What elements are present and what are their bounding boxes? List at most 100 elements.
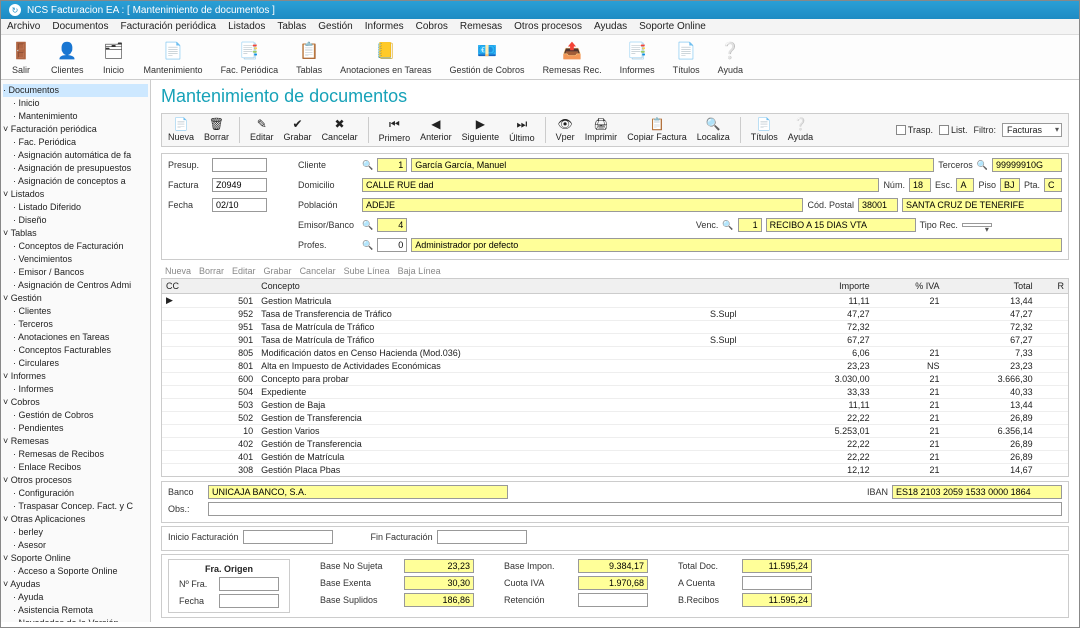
cliente-num-input[interactable] [377, 158, 407, 172]
filtro-select[interactable]: Facturas [1002, 123, 1062, 137]
subtoolbar-button[interactable]: 📄Nueva [168, 117, 194, 143]
bns-input[interactable] [404, 559, 474, 573]
pta-input[interactable] [1044, 178, 1062, 192]
toolbar-button[interactable]: 🗂Inicio [102, 39, 126, 75]
sidebar-item[interactable]: ˅ Tablas [3, 227, 148, 240]
sidebar-item[interactable]: · Enlace Recibos [3, 461, 148, 474]
menu-item[interactable]: Facturación periódica [121, 21, 217, 32]
sidebar-item[interactable]: · Novedades de la Versión [3, 617, 148, 622]
sidebar-item[interactable]: · Gestión de Cobros [3, 409, 148, 422]
menu-item[interactable]: Remesas [460, 21, 502, 32]
lines-toolbar-button[interactable]: Borrar [199, 266, 224, 276]
table-row[interactable]: ▶501Gestion Matricula11,112113,44 [162, 294, 1068, 308]
sidebar-item[interactable]: ˅ Remesas [3, 435, 148, 448]
subtoolbar-button[interactable]: ◀Anterior [420, 117, 452, 143]
sidebar-item[interactable]: · Asistencia Remota [3, 604, 148, 617]
presup-input[interactable] [212, 158, 267, 172]
table-row[interactable]: 600Concepto para probar3.030,00213.666,3… [162, 373, 1068, 386]
piso-input[interactable] [1000, 178, 1020, 192]
profes-input[interactable] [377, 238, 407, 252]
sidebar-item[interactable]: · Inicio [3, 97, 148, 110]
table-row[interactable]: 401Gestión de Matrícula22,222126,89 [162, 451, 1068, 464]
toolbar-button[interactable]: 📒Anotaciones en Tareas [340, 39, 431, 75]
sidebar-item[interactable]: · Ayuda [3, 591, 148, 604]
table-row[interactable]: 503Gestion de Baja11,112113,44 [162, 399, 1068, 412]
table-row[interactable]: 308Gestión Placa Pbas12,122114,67 [162, 464, 1068, 477]
be-input[interactable] [404, 576, 474, 590]
menu-item[interactable]: Documentos [52, 21, 108, 32]
sidebar-item[interactable]: · berley [3, 526, 148, 539]
esc-input[interactable] [956, 178, 974, 192]
terceros-input[interactable] [992, 158, 1062, 172]
nfra-input[interactable] [219, 577, 279, 591]
lines-toolbar-button[interactable]: Cancelar [300, 266, 336, 276]
sidebar-item[interactable]: · Pendientes [3, 422, 148, 435]
subtoolbar-button[interactable]: ✖Cancelar [322, 117, 358, 143]
sidebar-item[interactable]: · Asesor [3, 539, 148, 552]
sidebar-item[interactable]: · Conceptos Facturables [3, 344, 148, 357]
lines-toolbar-button[interactable]: Editar [232, 266, 256, 276]
subtoolbar-button[interactable]: ⏭Último [509, 117, 535, 143]
sidebar-item[interactable]: · Mantenimiento [3, 110, 148, 123]
table-row[interactable]: 952Tasa de Transferencia de TráficoS.Sup… [162, 308, 1068, 321]
toolbar-button[interactable]: 🚪Salir [9, 39, 33, 75]
table-row[interactable]: 901Tasa de Matrícula de TráficoS.Supl67,… [162, 334, 1068, 347]
toolbar-button[interactable]: 📋Tablas [296, 39, 322, 75]
toolbar-button[interactable]: 📄Mantenimiento [144, 39, 203, 75]
lines-toolbar-button[interactable]: Sube Línea [344, 266, 390, 276]
factura-input[interactable] [212, 178, 267, 192]
fin-input[interactable] [437, 530, 527, 544]
sidebar-tree[interactable]: · Documentos· Inicio· Mantenimiento˅ Fac… [1, 80, 151, 622]
subtoolbar-button[interactable]: 🗑Borrar [204, 117, 229, 143]
lines-toolbar-button[interactable]: Grabar [264, 266, 292, 276]
subtoolbar-button[interactable]: 🔍Localiza [697, 117, 730, 143]
toolbar-button[interactable]: 📑Informes [620, 39, 655, 75]
ac-input[interactable] [742, 576, 812, 590]
search-icon[interactable]: 🔍 [362, 220, 373, 231]
menu-item[interactable]: Cobros [416, 21, 448, 32]
sidebar-item[interactable]: · Anotaciones en Tareas [3, 331, 148, 344]
profes-desc-input[interactable] [411, 238, 1062, 252]
menu-item[interactable]: Listados [228, 21, 265, 32]
bi-input[interactable] [578, 559, 648, 573]
venc-input[interactable] [738, 218, 762, 232]
search-icon[interactable]: 🔍 [362, 160, 373, 171]
menu-item[interactable]: Gestión [318, 21, 352, 32]
subtoolbar-button[interactable]: ⏮Primero [379, 117, 411, 143]
sidebar-item[interactable]: · Clientes [3, 305, 148, 318]
sidebar-item[interactable]: · Acceso a Soporte Online [3, 565, 148, 578]
sidebar-item[interactable]: ˅ Soporte Online [3, 552, 148, 565]
emisor-input[interactable] [377, 218, 407, 232]
table-row[interactable]: 805Modificación datos en Censo Hacienda … [162, 347, 1068, 360]
inicio-input[interactable] [243, 530, 333, 544]
cliente-name-input[interactable] [411, 158, 934, 172]
sidebar-item[interactable]: · Fac. Periódica [3, 136, 148, 149]
fecha-input[interactable] [212, 198, 267, 212]
subtoolbar-button[interactable]: 📋Copiar Factura [627, 117, 687, 143]
tiporec-select[interactable] [962, 223, 992, 227]
sidebar-item[interactable]: · Vencimientos [3, 253, 148, 266]
cp-input[interactable] [858, 198, 898, 212]
table-row[interactable]: 402Gestión de Transferencia22,222126,89 [162, 438, 1068, 451]
sidebar-item[interactable]: · Informes [3, 383, 148, 396]
sidebar-item[interactable]: · Remesas de Recibos [3, 448, 148, 461]
toolbar-button[interactable]: 📄Títulos [673, 39, 700, 75]
menu-item[interactable]: Ayudas [594, 21, 627, 32]
provincia-input[interactable] [902, 198, 1062, 212]
banco-input[interactable] [208, 485, 508, 499]
sidebar-item[interactable]: · Traspasar Concep. Fact. y C [3, 500, 148, 513]
sidebar-item[interactable]: ˅ Facturación periódica [3, 123, 148, 136]
search-icon[interactable]: 🔍 [362, 240, 373, 251]
sidebar-item[interactable]: · Asignación de presupuestos [3, 162, 148, 175]
br-input[interactable] [742, 593, 812, 607]
search-icon[interactable]: 🔍 [722, 220, 733, 231]
table-row[interactable]: 504Expediente33,332140,33 [162, 386, 1068, 399]
sidebar-item[interactable]: · Asignación automática de fa [3, 149, 148, 162]
sidebar-item[interactable]: · Circulares [3, 357, 148, 370]
menu-item[interactable]: Archivo [7, 21, 40, 32]
search-icon[interactable]: 🔍 [977, 160, 988, 171]
sidebar-item[interactable]: ˅ Cobros [3, 396, 148, 409]
menu-item[interactable]: Otros procesos [514, 21, 582, 32]
sidebar-item[interactable]: · Conceptos de Facturación [3, 240, 148, 253]
sidebar-item[interactable]: ˅ Gestión [3, 292, 148, 305]
